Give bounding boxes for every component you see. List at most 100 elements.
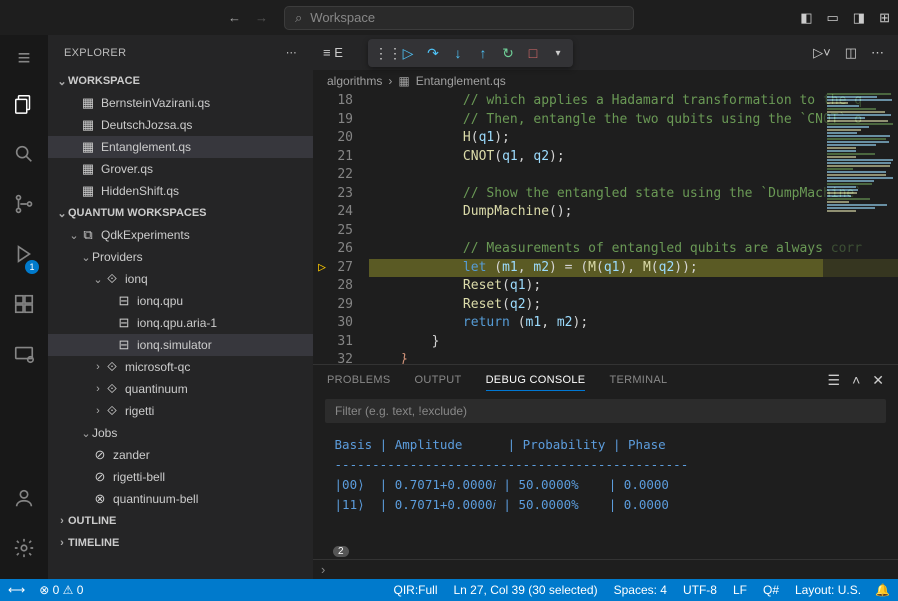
panel-up-icon[interactable]: ˄ (852, 372, 860, 389)
code-editor[interactable]: 18192021222324252627▷2829303132 // which… (313, 92, 898, 364)
job-rigetti-bell[interactable]: ⊘rigetti-bell (48, 466, 313, 488)
status-item[interactable]: UTF-8 (683, 583, 717, 597)
provider-microsoft-qc[interactable]: ›⟐microsoft-qc (48, 356, 313, 378)
code-line-24[interactable]: DumpMachine(); (369, 203, 898, 222)
menu-icon[interactable]: ≡ (18, 45, 31, 71)
status-item[interactable]: Layout: U.S. (795, 583, 861, 597)
console-input-row[interactable]: › 2 (313, 559, 898, 579)
open-editors-icon[interactable]: ≡ E (323, 45, 343, 60)
workspace-header[interactable]: ⌄WORKSPACE (48, 70, 313, 92)
jobs-node[interactable]: ⌄Jobs (48, 422, 313, 444)
code-line-32[interactable]: } (369, 351, 898, 364)
providers-node[interactable]: ⌄Providers (48, 246, 313, 268)
breadcrumb-file[interactable]: Entanglement.qs (416, 74, 506, 88)
explorer-icon[interactable] (13, 93, 35, 121)
provider-rigetti[interactable]: ›⟐rigetti (48, 400, 313, 422)
status-item[interactable]: Ln 27, Col 39 (30 selected) (454, 583, 598, 597)
layout-panel-right-icon[interactable]: ◨ (853, 10, 865, 26)
console-filter-input[interactable]: Filter (e.g. text, !exclude) (325, 399, 886, 423)
file-DeutschJozsa.qs[interactable]: ▦DeutschJozsa.qs (48, 114, 313, 136)
nav-forward-icon: → (255, 10, 268, 25)
code-line-18[interactable]: // which applies a Hadamard transformati… (369, 92, 898, 111)
code-line-29[interactable]: Reset(q2); (369, 296, 898, 315)
step-out-icon[interactable]: ↑ (474, 45, 492, 61)
file-icon: ▦ (80, 161, 96, 177)
remote-indicator[interactable]: ⟷ (8, 583, 25, 597)
provider-quantinuum[interactable]: ›⟐quantinuum (48, 378, 313, 400)
job-quantinuum-bell[interactable]: ⊗quantinuum-bell (48, 488, 313, 510)
code-line-31[interactable]: } (369, 333, 898, 352)
search-sidebar-icon[interactable] (13, 143, 35, 171)
code-line-21[interactable]: CNOT(q1, q2); (369, 148, 898, 167)
search-placeholder: Workspace (310, 10, 375, 25)
code-line-22[interactable] (369, 166, 898, 185)
panel-tab-terminal[interactable]: TERMINAL (609, 374, 667, 386)
status-item[interactable]: Q# (763, 583, 779, 597)
breadcrumbs[interactable]: algorithms › ▦ Entanglement.qs (313, 70, 898, 92)
panel-tab-debug-console[interactable]: DEBUG CONSOLE (486, 374, 586, 391)
layout-panel-bottom-icon[interactable]: ▭ (827, 10, 839, 26)
layout-panel-left-icon[interactable]: ◧ (800, 10, 812, 26)
editor-more-icon[interactable]: ⋯ (871, 45, 884, 61)
panel-tab-output[interactable]: OUTPUT (415, 374, 462, 386)
code-line-27[interactable]: let (m1, m2) = (M(q1), M(q2)); (369, 259, 898, 278)
file-Grover.qs[interactable]: ▦Grover.qs (48, 158, 313, 180)
timeline-header[interactable]: ›TIMELINE (48, 532, 313, 554)
command-center-search[interactable]: ⌕ Workspace (284, 6, 634, 30)
debug-dropdown-icon[interactable]: ▾ (549, 48, 567, 59)
step-over-icon[interactable]: ↷ (424, 45, 442, 62)
file-icon: ▦ (80, 183, 96, 199)
code-line-23[interactable]: // Show the entangled state using the `D… (369, 185, 898, 204)
quantum-workspaces-header[interactable]: ⌄QUANTUM WORKSPACES (48, 202, 313, 224)
nav-back-icon[interactable]: ← (228, 10, 241, 25)
remote-explorer-icon[interactable] (13, 343, 35, 371)
code-line-25[interactable] (369, 222, 898, 241)
notifications-icon[interactable]: 🔔 (875, 583, 890, 597)
code-line-20[interactable]: H(q1); (369, 129, 898, 148)
sidebar-more-icon[interactable]: ⋯ (286, 46, 297, 59)
target-ionq.simulator[interactable]: ⊟ionq.simulator (48, 334, 313, 356)
code-line-26[interactable]: // Measurements of entangled qubits are … (369, 240, 898, 259)
status-item[interactable]: Spaces: 4 (614, 583, 667, 597)
explorer-tree: ⌄WORKSPACE▦BernsteinVazirani.qs▦DeutschJ… (48, 70, 313, 579)
file-Entanglement.qs[interactable]: ▦Entanglement.qs (48, 136, 313, 158)
status-item[interactable]: LF (733, 583, 747, 597)
code-line-30[interactable]: return (m1, m2); (369, 314, 898, 333)
panel-close-icon[interactable]: ✕ (872, 372, 884, 389)
file-HiddenShift.qs[interactable]: ▦HiddenShift.qs (48, 180, 313, 202)
run-debug-icon[interactable]: 1 (13, 243, 35, 271)
debug-toolbar: ⋮⋮ ▷ ↷ ↓ ↑ ↻ □ ▾ (368, 39, 573, 67)
extensions-icon[interactable] (13, 293, 35, 321)
target-ionq.qpu.aria-1[interactable]: ⊟ionq.qpu.aria-1 (48, 312, 313, 334)
restart-icon[interactable]: ↻ (499, 45, 517, 62)
code-line-28[interactable]: Reset(q1); (369, 277, 898, 296)
breadcrumb-folder[interactable]: algorithms (327, 74, 382, 88)
file-BernsteinVazirani.qs[interactable]: ▦BernsteinVazirani.qs (48, 92, 313, 114)
continue-icon[interactable]: ▷ (399, 45, 417, 62)
layout-customize-icon[interactable]: ⊞ (879, 10, 890, 26)
code-line-19[interactable]: // Then, entangle the two qubits using t… (369, 111, 898, 130)
outline-header[interactable]: ›OUTLINE (48, 510, 313, 532)
minimap[interactable] (823, 92, 898, 364)
provider-ionq[interactable]: ⌄⟐ionq (48, 268, 313, 290)
job-zander[interactable]: ⊘zander (48, 444, 313, 466)
panel-tab-problems[interactable]: PROBLEMS (327, 374, 391, 386)
status-item[interactable]: QIR:Full (393, 583, 437, 597)
step-into-icon[interactable]: ↓ (449, 45, 467, 61)
accounts-icon[interactable] (13, 487, 35, 515)
target-ionq.qpu[interactable]: ⊟ionq.qpu (48, 290, 313, 312)
panel-filter-icon[interactable]: ☰ (828, 372, 841, 389)
stop-icon[interactable]: □ (524, 45, 542, 61)
settings-gear-icon[interactable] (13, 537, 35, 565)
file-icon: ▦ (80, 95, 96, 111)
split-editor-icon[interactable]: ◫ (845, 45, 857, 61)
debug-console-output[interactable]: Basis | Amplitude | Probability | Phase … (313, 431, 898, 559)
provider-icon: ⟐ (104, 271, 120, 287)
editor-area: ≡ E ⋮⋮ ▷ ↷ ↓ ↑ ↻ □ ▾ ▷˅ ◫ ⋯ algorithms ›… (313, 35, 898, 579)
status-left[interactable]: ⊗ 0 ⚠ 0 (39, 583, 83, 597)
run-dropdown-icon[interactable]: ▷˅ (813, 45, 831, 61)
console-badge: 2 (333, 546, 349, 557)
quantum-root[interactable]: ⌄⧉QdkExperiments (48, 224, 313, 246)
drag-handle-icon[interactable]: ⋮⋮ (374, 45, 392, 62)
source-control-icon[interactable] (13, 193, 35, 221)
